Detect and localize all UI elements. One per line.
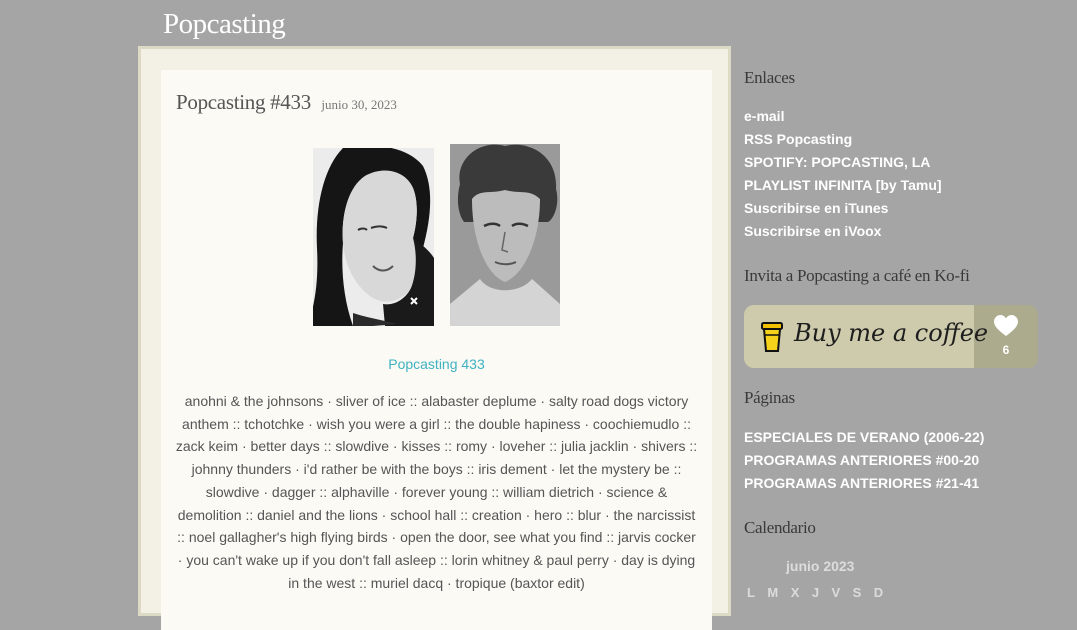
weekday-label: V <box>831 585 841 600</box>
coffee-cup-icon <box>761 322 783 352</box>
weekday-label: J <box>811 585 820 600</box>
kofi-like-area[interactable]: 6 <box>974 305 1038 368</box>
link-especiales-verano[interactable]: ESPECIALES DE VERANO (2006-22) <box>744 429 984 445</box>
weekday-label: X <box>790 585 800 600</box>
post-header: Popcasting #433 junio 30, 2023 <box>176 90 397 115</box>
post-article: Popcasting #433 junio 30, 2023 Popcastin… <box>161 70 712 630</box>
list-item: Suscribirse en iVoox <box>744 220 984 243</box>
episode-link[interactable]: Popcasting 433 <box>161 356 712 372</box>
tracklist-text: anohni & the johnsons · sliver of ice ::… <box>175 393 698 591</box>
post-date: junio 30, 2023 <box>321 97 397 112</box>
link-spotify[interactable]: SPOTIFY: POPCASTING, LA PLAYLIST INFINIT… <box>744 154 942 193</box>
link-programas-21-41[interactable]: PROGRAMAS ANTERIORES #21-41 <box>744 475 979 491</box>
main-content-frame: Popcasting #433 junio 30, 2023 Popcastin… <box>138 46 731 630</box>
kofi-label-area: Buy me a coffee <box>744 305 988 368</box>
calendar-month: junio 2023 <box>786 558 855 574</box>
list-item: Suscribirse en iTunes <box>744 197 984 220</box>
widget-title-paginas: Páginas <box>744 388 795 407</box>
list-item: ESPECIALES DE VERANO (2006-22) <box>744 426 984 449</box>
weekday-label: S <box>852 585 862 600</box>
weekday-label: M <box>767 585 779 600</box>
artist-photo-woman <box>313 148 434 326</box>
kofi-label: Buy me a coffee <box>794 319 989 347</box>
link-itunes[interactable]: Suscribirse en iTunes <box>744 200 888 216</box>
site-title[interactable]: Popcasting <box>163 8 286 41</box>
list-item: SPOTIFY: POPCASTING, LA PLAYLIST INFINIT… <box>744 151 984 197</box>
post-title[interactable]: Popcasting #433 <box>176 90 311 114</box>
link-rss[interactable]: RSS Popcasting <box>744 131 852 147</box>
kofi-button[interactable]: Buy me a coffee 6 <box>744 305 1038 368</box>
widget-title-enlaces: Enlaces <box>744 68 795 87</box>
widget-title-calendario: Calendario <box>744 518 816 537</box>
weekday-label: D <box>873 585 884 600</box>
link-email[interactable]: e-mail <box>744 108 784 124</box>
list-item: e-mail <box>744 105 984 128</box>
calendar-weekday-header: L M X J V S D <box>747 584 891 602</box>
widget-title-kofi: Invita a Popcasting a café en Ko-fi <box>744 266 970 285</box>
enlaces-list: e-mail RSS Popcasting SPOTIFY: POPCASTIN… <box>744 105 984 243</box>
link-programas-00-20[interactable]: PROGRAMAS ANTERIORES #00-20 <box>744 452 979 468</box>
heart-icon <box>994 315 1018 336</box>
list-item: PROGRAMAS ANTERIORES #00-20 <box>744 449 984 472</box>
link-ivoox[interactable]: Suscribirse en iVoox <box>744 223 881 239</box>
kofi-like-count: 6 <box>1002 343 1010 357</box>
artist-photo-man <box>450 144 560 326</box>
list-item: RSS Popcasting <box>744 128 984 151</box>
weekday-label: L <box>747 585 755 600</box>
paginas-list: ESPECIALES DE VERANO (2006-22) PROGRAMAS… <box>744 426 984 495</box>
list-item: PROGRAMAS ANTERIORES #21-41 <box>744 472 984 495</box>
